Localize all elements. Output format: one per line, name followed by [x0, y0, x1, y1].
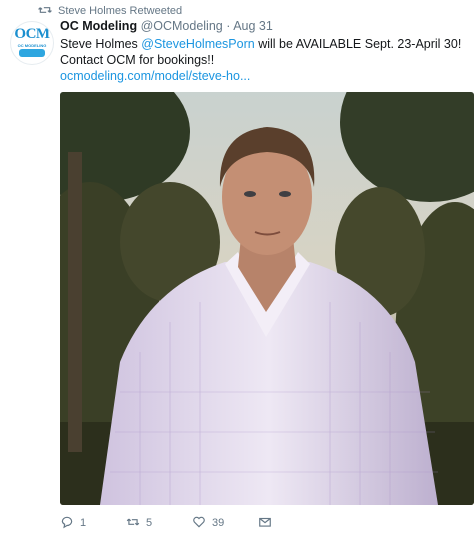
retweet-icon	[38, 4, 52, 19]
reply-button[interactable]: 1	[60, 515, 126, 532]
tweet-date[interactable]: Aug 31	[233, 19, 273, 33]
envelope-icon	[258, 515, 272, 532]
retweet-count: 5	[146, 517, 153, 529]
retweet-action-icon	[126, 515, 140, 532]
retweet-context-label: Steve Holmes Retweeted	[58, 5, 183, 17]
direct-message-button[interactable]	[258, 515, 272, 532]
retweet-context[interactable]: Steve Holmes Retweeted	[38, 3, 182, 19]
header-separator: ·	[226, 19, 231, 33]
avatar-logo-text: OCM	[14, 26, 50, 42]
reply-icon	[60, 515, 74, 532]
author-name[interactable]: OC Modeling	[60, 19, 137, 33]
retweet-button[interactable]: 5	[126, 515, 192, 532]
like-button[interactable]: 39	[192, 515, 258, 532]
avatar-logo-badge	[19, 49, 45, 57]
heart-icon	[192, 515, 206, 532]
tweet-header: OC Modeling @OCModeling · Aug 31	[60, 19, 273, 33]
tweet-photo[interactable]	[60, 92, 474, 505]
like-count: 39	[212, 517, 225, 529]
mention-link[interactable]: @SteveHolmesPorn	[141, 37, 254, 51]
author-handle[interactable]: @OCModeling	[141, 19, 223, 33]
url-link[interactable]: ocmodeling.com/model/steve-ho...	[60, 69, 250, 83]
tweet-text-prefix: Steve Holmes	[60, 37, 142, 51]
tweet-actions: 1 5 39	[60, 513, 272, 533]
avatar-logo-subtext: OC MODELING	[17, 43, 47, 48]
avatar[interactable]: OCM OC MODELING	[10, 21, 54, 65]
tweet-text: Steve Holmes @SteveHolmesPorn will be AV…	[60, 36, 465, 84]
reply-count: 1	[80, 517, 87, 529]
